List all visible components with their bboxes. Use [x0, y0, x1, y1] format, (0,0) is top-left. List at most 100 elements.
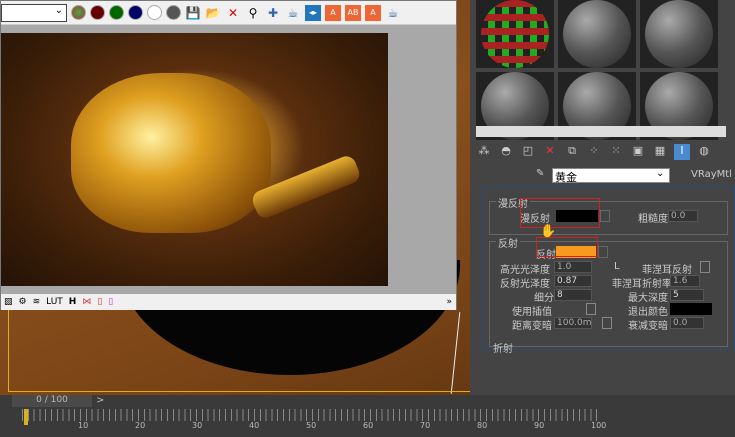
material-name-field[interactable]: 黄金: [552, 168, 670, 184]
fresnel-checkbox[interactable]: [700, 261, 710, 273]
dim-distance-field[interactable]: 100.0m: [554, 317, 592, 329]
next-frame-icon[interactable]: >: [96, 395, 104, 406]
material-editor: ⁂ ◓ ◰ ✕ ⧉ ⁘ ⁙ ▣ ▦ I ◍ ✎ 黄金 ⌄ VRayMtl 漫反射…: [470, 0, 735, 395]
basic-parameters-rollout: 漫反射 漫反射 粗糙度 0.0 反射 反射 高光光泽度 1.0 L 菲涅耳反射 …: [482, 186, 735, 355]
fresnel-ior-field[interactable]: 1.6: [670, 275, 700, 287]
refl-gloss-field[interactable]: 0.87: [554, 275, 592, 287]
highlight-box: [520, 198, 600, 228]
open-folder-icon[interactable]: 📂: [205, 5, 221, 21]
tick-label: 20: [135, 421, 146, 430]
color-corrections-icon[interactable]: ▧: [4, 297, 13, 307]
chevron-down-icon[interactable]: ⌄: [656, 168, 664, 179]
subdivs-field[interactable]: 8: [554, 289, 592, 301]
ab-vertical-icon[interactable]: A: [325, 4, 341, 21]
blue-channel-icon[interactable]: [128, 5, 143, 20]
refraction-group-label: 折射: [493, 344, 513, 355]
frame-buffer-window: 💾 📂 ✕ ⚲ ✚ ☕ ◂▸ A AB A ☕ ▧ ⚙ ≋ LUT H ⋈ ▯ …: [0, 0, 457, 310]
tick-label: 90: [534, 421, 545, 430]
dim-distance-checkbox[interactable]: [602, 317, 612, 329]
tick-label: 10: [78, 421, 89, 430]
show-end-result-icon[interactable]: I: [674, 144, 690, 160]
tick-label: 50: [306, 421, 317, 430]
diffuse-group: 漫反射 漫反射 粗糙度 0.0: [489, 195, 728, 235]
track-mouse-icon[interactable]: ⚲: [245, 5, 261, 21]
render-teapot-icon[interactable]: ☕: [285, 5, 301, 21]
make-unique-icon[interactable]: ⁘: [586, 144, 602, 160]
frame-counter[interactable]: 0 / 100: [12, 395, 92, 407]
hand-cursor-icon: ✋: [540, 224, 557, 239]
mono-icon[interactable]: [166, 5, 181, 20]
sample-slot-scrollbar[interactable]: [476, 126, 726, 137]
show-in-viewport-icon[interactable]: ▦: [652, 144, 668, 160]
ab-swap-icon[interactable]: A: [365, 4, 381, 21]
histogram-button[interactable]: H: [69, 297, 77, 307]
ab-horizontal-icon[interactable]: AB: [345, 4, 361, 21]
green-channel-icon[interactable]: [109, 5, 124, 20]
material-toolbar: ⁂ ◓ ◰ ✕ ⧉ ⁘ ⁙ ▣ ▦ I ◍: [476, 144, 712, 160]
dim-falloff-field[interactable]: 0.0: [670, 317, 704, 329]
max-depth-field[interactable]: 5: [670, 289, 704, 301]
levels-icon[interactable]: ≋: [33, 297, 41, 307]
exit-color-swatch[interactable]: [670, 303, 712, 315]
use-interp-checkbox[interactable]: [586, 303, 596, 315]
exit-color-label: 退出颜色: [628, 307, 668, 318]
roughness-field[interactable]: 0.0: [668, 210, 698, 222]
get-material-icon[interactable]: ⁂: [476, 144, 492, 160]
diffuse-map-button[interactable]: [600, 210, 610, 222]
put-to-scene-icon[interactable]: ◓: [498, 144, 514, 160]
compare-icon[interactable]: ◂▸: [305, 4, 321, 21]
use-interp-label: 使用插值: [512, 307, 552, 318]
clear-icon[interactable]: ✕: [225, 5, 241, 21]
timeline: 0 / 100 > 10 20 30 40 50 60 70 80 90 100: [0, 395, 735, 437]
channel-select[interactable]: [1, 3, 67, 22]
stereo-icon[interactable]: ⋈: [82, 297, 91, 307]
gold-teapot: [71, 73, 271, 233]
rgb-channel-icon[interactable]: [71, 5, 86, 20]
pixel-aspect-icon[interactable]: ▯: [97, 297, 102, 307]
frame-buffer-toolbar: 💾 📂 ✕ ⚲ ✚ ☕ ◂▸ A AB A ☕: [1, 1, 456, 25]
time-slider-track[interactable]: [22, 409, 602, 421]
fresnel-label: 菲涅耳反射: [642, 265, 692, 276]
reflect-map-button[interactable]: [598, 246, 608, 258]
red-channel-icon[interactable]: [90, 5, 105, 20]
tick-label: 70: [420, 421, 431, 430]
max-depth-label: 最大深度: [628, 293, 668, 304]
save-icon[interactable]: 💾: [185, 5, 201, 21]
material-id-icon[interactable]: ▣: [630, 144, 646, 160]
lut-button[interactable]: LUT: [46, 297, 63, 307]
rendered-image: [1, 33, 388, 286]
sample-slots: [476, 0, 735, 140]
tick-label: 40: [249, 421, 260, 430]
dim-distance-label: 距离变暗: [512, 321, 552, 332]
hilight-gloss-label: 高光光泽度: [500, 265, 550, 276]
alpha-channel-icon[interactable]: [147, 5, 162, 20]
eyedropper-icon[interactable]: ✎: [536, 168, 544, 179]
hilight-gloss-field[interactable]: 1.0: [554, 261, 592, 273]
go-to-parent-icon[interactable]: ◍: [696, 144, 712, 160]
region-render-icon[interactable]: ✚: [265, 5, 281, 21]
fresnel-ior-label: 菲涅耳折射率: [612, 279, 672, 290]
tick-label: 100: [591, 421, 607, 430]
copy-material-icon[interactable]: ⧉: [564, 144, 580, 160]
expand-icon[interactable]: »: [446, 297, 452, 307]
render-last-icon[interactable]: ☕: [385, 5, 401, 21]
sample-slot[interactable]: [558, 0, 636, 68]
frame-buffer-bottom-toolbar: ▧ ⚙ ≋ LUT H ⋈ ▯ ▯ »: [1, 294, 456, 310]
subdivs-label: 细分: [534, 293, 554, 304]
reflection-group-label: 反射: [496, 235, 520, 250]
timeline-ticks: 10 20 30 40 50 60 70 80 90 100: [0, 421, 620, 431]
assign-to-selection-icon[interactable]: ◰: [520, 144, 536, 160]
refl-gloss-label: 反射光泽度: [500, 279, 550, 290]
hilight-lock-button[interactable]: L: [614, 261, 620, 272]
ocio-icon[interactable]: ▯: [108, 297, 113, 307]
highlight-box: [536, 237, 598, 257]
sample-slot[interactable]: [476, 0, 554, 68]
tick-label: 30: [192, 421, 203, 430]
tick-label: 80: [477, 421, 488, 430]
sample-slot[interactable]: [640, 0, 718, 68]
reflection-group: 反射 反射 高光光泽度 1.0 L 菲涅耳反射 反射光泽度 0.87 菲涅耳折射…: [489, 235, 728, 347]
put-to-library-icon[interactable]: ⁙: [608, 144, 624, 160]
reset-icon[interactable]: ✕: [542, 144, 558, 160]
material-type-button[interactable]: VRayMtl: [691, 169, 732, 180]
settings-icon[interactable]: ⚙: [19, 297, 27, 307]
